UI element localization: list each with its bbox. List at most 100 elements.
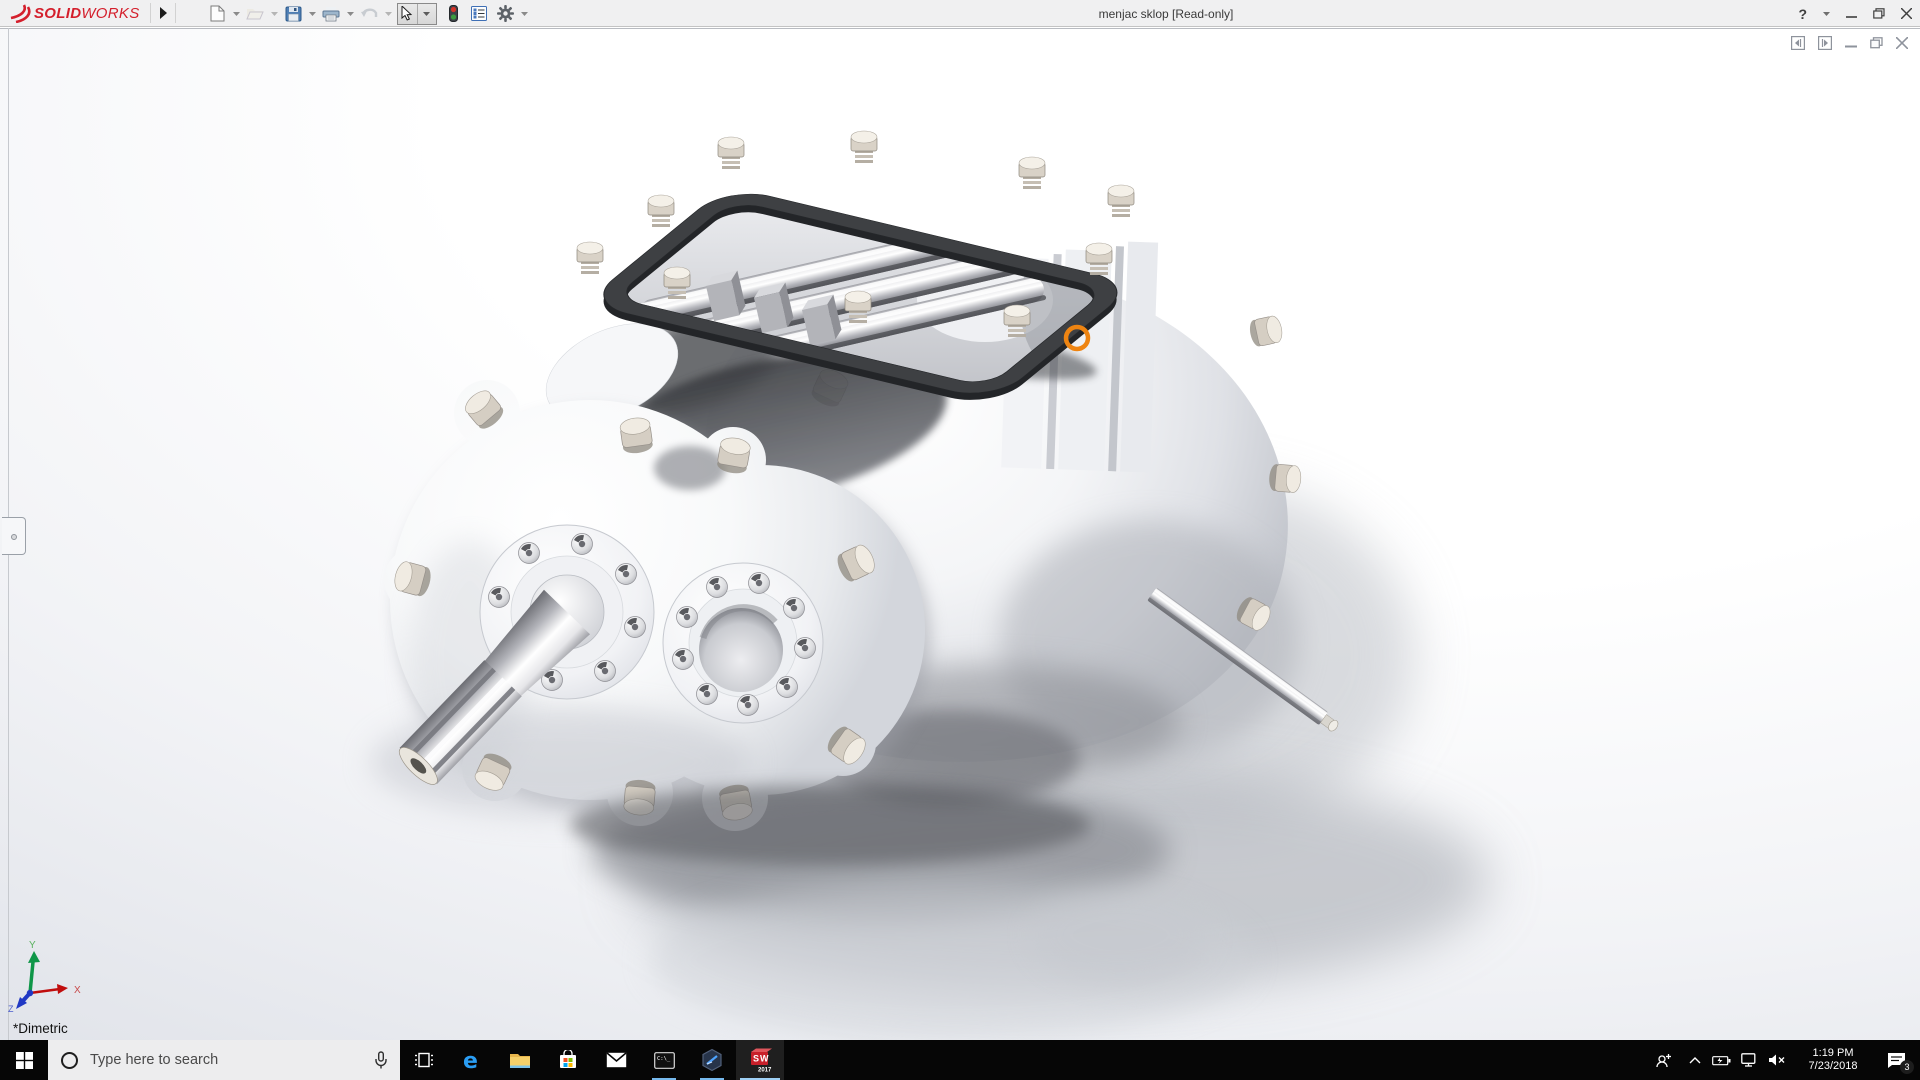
windows-taskbar: Type here to search e C:\_ SW 2017 1:19 …	[0, 1040, 1920, 1080]
brand-solid: SOLID	[34, 4, 82, 22]
caret-down-icon	[308, 11, 316, 16]
print-button[interactable]	[319, 3, 343, 25]
cursor-arrow-icon	[401, 6, 413, 21]
brand-works: WORKS	[81, 4, 140, 22]
chevron-up-icon	[1689, 1056, 1701, 1063]
undo-button[interactable]	[357, 3, 381, 25]
svg-text:e: e	[463, 1049, 478, 1072]
window-controls: ?	[1798, 0, 1912, 27]
search-placeholder: Type here to search	[90, 1052, 219, 1068]
file-properties-button[interactable]	[467, 3, 491, 25]
taskbar-app-edge[interactable]: e	[448, 1040, 496, 1080]
select-tool[interactable]	[397, 2, 437, 25]
taskbar-app-store[interactable]	[544, 1040, 592, 1080]
print-dropdown[interactable]	[345, 3, 355, 25]
notification-badge: 3	[1900, 1060, 1914, 1074]
taskbar-search-input[interactable]: Type here to search	[48, 1040, 400, 1080]
options-dropdown[interactable]	[519, 3, 529, 25]
restore-button[interactable]	[1873, 8, 1885, 19]
gear-icon	[496, 5, 514, 22]
solidworks-app-icon: SW 2017	[751, 1048, 772, 1074]
caret-down-icon	[232, 11, 240, 16]
microphone-icon[interactable]	[374, 1050, 388, 1070]
new-document-icon	[210, 5, 224, 22]
standard-toolbar	[205, 2, 529, 25]
caret-down-icon	[520, 11, 528, 16]
toolbar-flyout-button[interactable]	[156, 4, 170, 22]
svg-text:SW: SW	[753, 1054, 770, 1064]
solidworks-logo-icon	[10, 4, 31, 23]
splitter-grip-dot	[11, 534, 17, 540]
solidworks-logo[interactable]: SOLID WORKS	[0, 0, 140, 27]
doc-restore-button[interactable]	[1870, 37, 1883, 49]
select-tool-button[interactable]	[398, 4, 417, 24]
caret-down-icon	[384, 11, 392, 16]
svg-text:2017: 2017	[758, 1068, 772, 1074]
minimize-button[interactable]	[1846, 8, 1857, 19]
open-button[interactable]	[243, 3, 267, 25]
caret-down-icon	[423, 11, 431, 16]
undo-dropdown[interactable]	[383, 3, 393, 25]
taskbar-app-task-view[interactable]	[400, 1040, 448, 1080]
window-title: menjac sklop [Read-only]	[1098, 7, 1234, 21]
taskbar-app-file-explorer[interactable]	[496, 1040, 544, 1080]
new-dropdown[interactable]	[231, 3, 241, 25]
edge-icon: e	[463, 1049, 478, 1072]
open-dropdown[interactable]	[269, 3, 279, 25]
view-orientation-label: *Dimetric	[13, 1021, 68, 1036]
feature-panel-splitter[interactable]	[2, 517, 26, 555]
print-icon	[322, 6, 340, 21]
solidworks-window: X Y Z SOLID WORKS menjac sklop [Read-onl…	[0, 0, 1920, 1080]
svg-text:C:\_: C:\_	[657, 1056, 671, 1062]
help-button[interactable]: ?	[1798, 6, 1807, 22]
start-button[interactable]	[0, 1040, 48, 1080]
people-icon	[1656, 1053, 1671, 1067]
network-button[interactable]	[1735, 1040, 1763, 1080]
tray-date: 7/23/2018	[1808, 1060, 1858, 1072]
options-button[interactable]	[493, 3, 517, 25]
separator	[149, 3, 151, 23]
mail-icon	[605, 1052, 627, 1068]
caret-down-icon	[346, 11, 354, 16]
expand-left-pane-button[interactable]	[1791, 36, 1805, 50]
command-prompt-icon: C:\_	[653, 1051, 675, 1069]
title-toolbar: SOLID WORKS menjac sklop [Read-only] ?	[0, 0, 1920, 27]
cortana-icon	[61, 1051, 78, 1069]
new-document-button[interactable]	[205, 3, 229, 25]
close-button[interactable]	[1901, 8, 1912, 19]
volume-muted-icon	[1769, 1054, 1785, 1066]
people-button[interactable]	[1646, 1040, 1682, 1080]
taskbar-app-mail[interactable]	[592, 1040, 640, 1080]
save-icon	[285, 6, 301, 21]
select-tool-dropdown[interactable]	[416, 3, 437, 24]
battery-button[interactable]	[1708, 1040, 1735, 1080]
file-properties-icon	[471, 6, 487, 21]
action-center-button[interactable]: 3	[1875, 1040, 1917, 1080]
document-window-controls	[1791, 36, 1908, 50]
caret-down-icon	[270, 11, 278, 16]
file-explorer-icon	[510, 1054, 530, 1068]
tray-overflow-button[interactable]	[1682, 1040, 1708, 1080]
taskbar-app-command-prompt[interactable]: C:\_	[640, 1040, 688, 1080]
doc-minimize-button[interactable]	[1845, 37, 1857, 49]
save-dropdown[interactable]	[307, 3, 317, 25]
taskbar-app-dev-tool[interactable]	[688, 1040, 736, 1080]
traffic-light-icon	[448, 5, 458, 22]
task-view-icon	[415, 1052, 433, 1068]
undo-icon	[361, 8, 378, 17]
tray-clock[interactable]: 1:19 PM 7/23/2018	[1796, 1047, 1870, 1073]
doc-close-button[interactable]	[1896, 37, 1908, 49]
graphics-area[interactable]	[0, 28, 1920, 1040]
windows-logo-icon	[15, 1051, 33, 1069]
volume-button[interactable]	[1763, 1040, 1791, 1080]
expand-right-pane-button[interactable]	[1818, 36, 1832, 50]
rebuild-button[interactable]	[441, 3, 465, 25]
taskbar-app-solidworks[interactable]: SW 2017	[736, 1040, 784, 1080]
help-dropdown-icon[interactable]	[1823, 11, 1830, 16]
open-folder-icon	[246, 9, 264, 20]
battery-charging-icon	[1712, 1055, 1731, 1065]
system-tray: 1:19 PM 7/23/2018 3	[1646, 1040, 1920, 1080]
save-button[interactable]	[281, 3, 305, 25]
network-icon	[1740, 1053, 1755, 1067]
dev-tool-hexagon-icon	[702, 1048, 722, 1072]
